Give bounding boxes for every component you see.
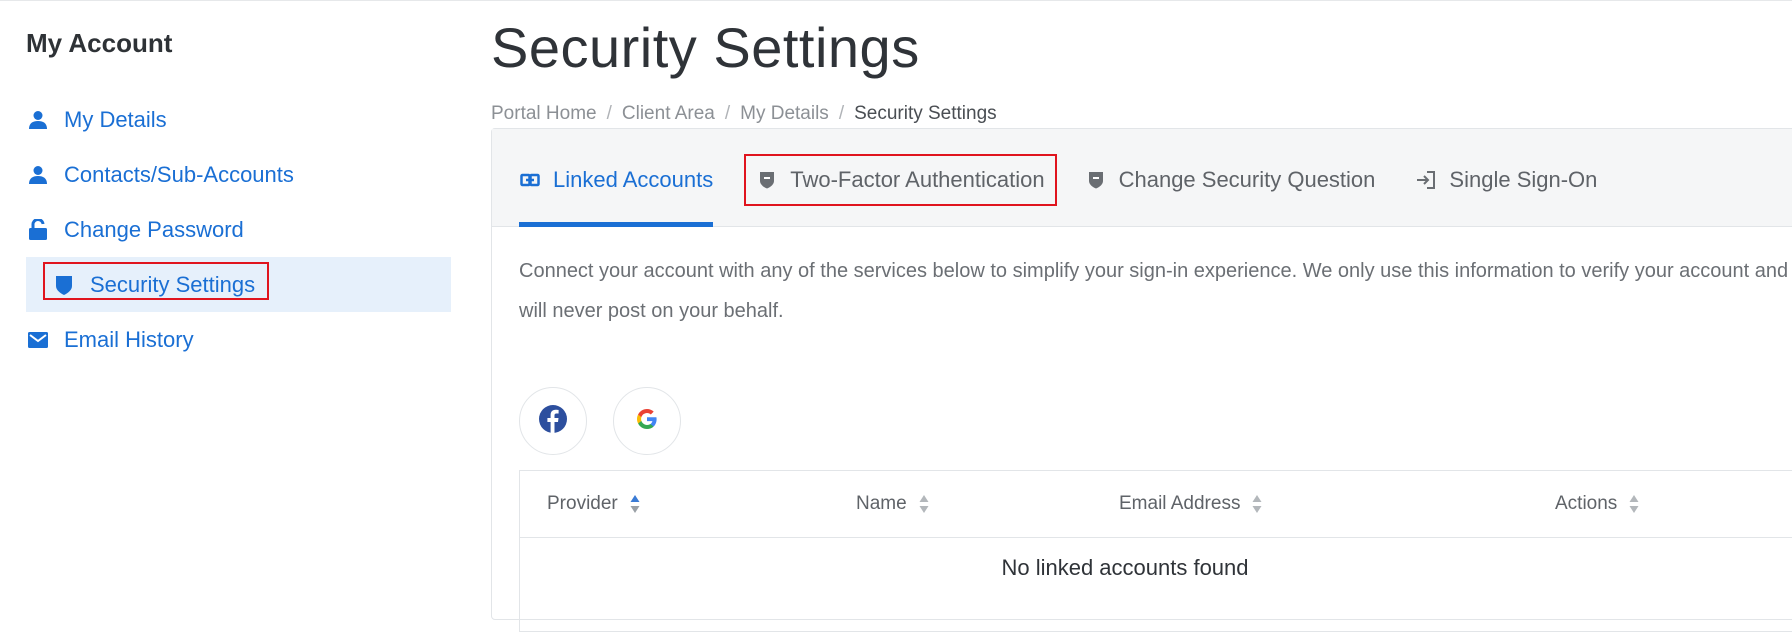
sidebar-item-label: My Details <box>64 106 167 132</box>
sidebar-item-label: Contacts/Sub-Accounts <box>64 161 294 187</box>
column-header-name[interactable]: Name <box>856 471 929 537</box>
shield-icon <box>1085 169 1107 191</box>
sidebar-item-label: Email History <box>64 326 194 352</box>
breadcrumb: Portal Home / Client Area / My Details /… <box>491 102 1792 126</box>
security-card: Linked Accounts Two-Factor Authenticatio… <box>491 128 1792 632</box>
sort-icon <box>1629 494 1639 514</box>
sidebar-item-label: Change Password <box>64 216 244 242</box>
breadcrumb-separator: / <box>724 103 731 124</box>
empty-table-message: No linked accounts found <box>1001 555 1249 580</box>
google-icon <box>635 407 659 436</box>
sort-icon <box>1252 494 1262 514</box>
active-tab-indicator <box>519 222 714 227</box>
tab-bar: Linked Accounts Two-Factor Authenticatio… <box>492 129 1792 227</box>
column-header-provider[interactable]: Provider <box>547 471 640 537</box>
column-label: Provider <box>547 493 618 514</box>
tab-change-security-question[interactable]: Change Security Question <box>1085 155 1376 205</box>
shield-icon <box>756 169 778 191</box>
tab-linked-accounts[interactable]: Linked Accounts <box>519 155 714 227</box>
tab-label: Linked Accounts <box>553 167 714 192</box>
sign-in-icon <box>1415 169 1437 191</box>
column-header-actions[interactable]: Actions <box>1555 471 1639 537</box>
envelope-icon <box>26 328 50 352</box>
column-label: Email Address <box>1119 493 1241 514</box>
sidebar: My Account My Details Contacts/Sub-Accou… <box>26 26 451 367</box>
breadcrumb-separator: / <box>838 103 845 124</box>
sort-icon <box>919 494 929 514</box>
sidebar-item-contacts[interactable]: Contacts/Sub-Accounts <box>26 147 451 202</box>
sidebar-item-my-details[interactable]: My Details <box>26 92 451 147</box>
facebook-connect-button[interactable] <box>519 387 587 455</box>
tab-two-factor-authentication[interactable]: Two-Factor Authentication <box>744 154 1057 206</box>
sidebar-item-label: Security Settings <box>90 271 256 297</box>
breadcrumb-my-details[interactable]: My Details <box>740 103 829 125</box>
tab-label: Change Security Question <box>1118 167 1376 192</box>
tab-label: Two-Factor Authentication <box>790 167 1045 192</box>
shield-icon <box>52 273 76 297</box>
breadcrumb-client-area[interactable]: Client Area <box>622 103 715 125</box>
sidebar-item-email-history[interactable]: Email History <box>26 312 451 367</box>
breadcrumb-separator: / <box>606 103 612 124</box>
link-icon <box>519 169 541 191</box>
page-title: Security Settings <box>491 16 920 79</box>
main-content: Security Settings Portal Home / Client A… <box>491 0 1792 632</box>
sidebar-item-change-password[interactable]: Change Password <box>26 202 451 257</box>
user-icon <box>26 108 50 132</box>
user-icon <box>26 163 50 187</box>
breadcrumb-portal-home[interactable]: Portal Home <box>491 103 597 125</box>
table-header: Provider Name Email Address Actions <box>520 471 1792 538</box>
tab-label: Single Sign-On <box>1449 167 1598 192</box>
breadcrumb-current: Security Settings <box>854 103 997 124</box>
facebook-icon <box>538 404 568 439</box>
google-connect-button[interactable] <box>613 387 681 455</box>
sidebar-item-security-settings[interactable]: Security Settings <box>26 257 451 312</box>
linked-accounts-table: Provider Name Email Address Actions No l… <box>519 470 1792 632</box>
column-label: Actions <box>1555 493 1618 514</box>
column-header-email-address[interactable]: Email Address <box>1119 471 1262 537</box>
sidebar-title: My Account <box>26 28 173 58</box>
sort-asc-icon <box>630 494 640 514</box>
unlock-icon <box>26 218 50 242</box>
linked-accounts-description: Connect your account with any of the ser… <box>519 260 1789 322</box>
column-label: Name <box>856 493 907 514</box>
tab-single-sign-on[interactable]: Single Sign-On <box>1415 155 1597 205</box>
